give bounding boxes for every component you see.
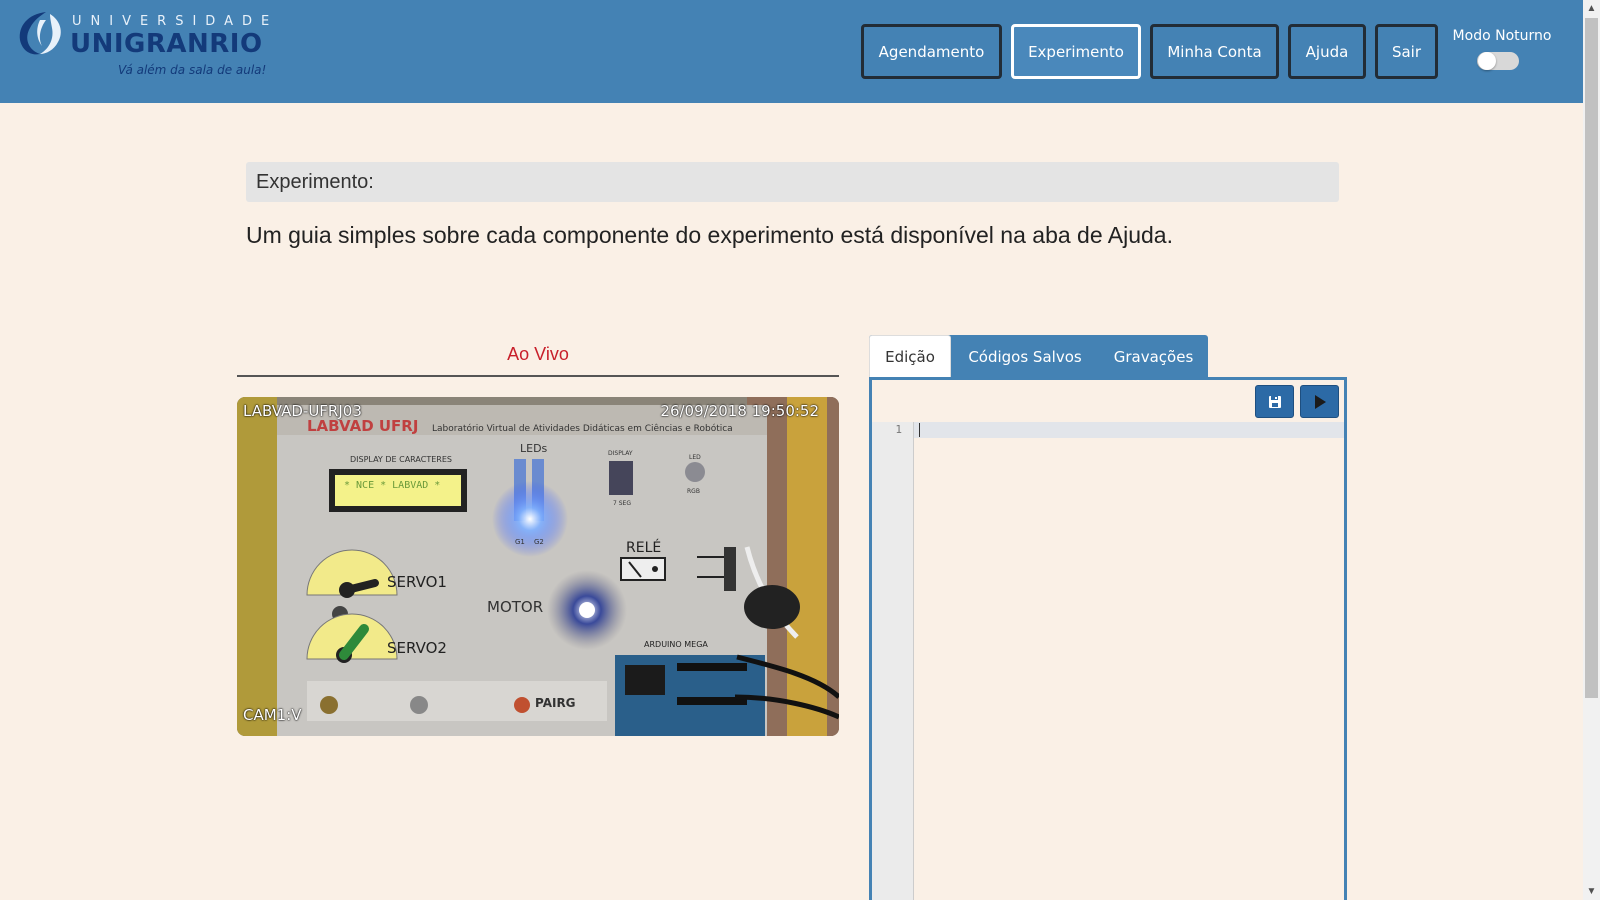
camera-name-overlay: LABVAD-UFRJ03 [243, 402, 362, 420]
nav-agendamento-button[interactable]: Agendamento [861, 24, 1002, 79]
tab-gravacoes[interactable]: Gravações [1099, 335, 1208, 378]
logo-tagline: Vá além da sala de aula! [118, 63, 267, 77]
nav-experimento-button[interactable]: Experimento [1011, 24, 1141, 79]
tab-codigos-salvos[interactable]: Códigos Salvos [951, 335, 1099, 378]
nav-ajuda-button[interactable]: Ajuda [1288, 24, 1366, 79]
logo-university-text: UNIVERSIDADE [72, 14, 279, 29]
line-number-gutter: 1 [872, 422, 914, 900]
section-title: Experimento: [256, 171, 374, 193]
arduino-label: ARDUINO MEGA [644, 640, 708, 649]
nav-sair-button[interactable]: Sair [1375, 24, 1438, 79]
led-name-g2: G2 [534, 538, 544, 546]
scroll-down-arrow-icon[interactable]: ▼ [1583, 883, 1600, 900]
led-rgb-label: LED [689, 454, 701, 461]
camera-timestamp-overlay: 26/09/2018 19:50:52 [660, 402, 819, 420]
camera-id-overlay: CAM1:V [243, 706, 302, 724]
unigranrio-logo-icon [19, 12, 61, 55]
intro-text: Um guia simples sobre cada componente do… [246, 222, 1173, 248]
servo2-label: SERVO2 [387, 639, 447, 657]
display-label: DISPLAY DE CARACTERES [350, 455, 452, 464]
pairg-logo-text: PAIRG [535, 696, 576, 710]
board-header-sub: Laboratório Virtual de Atividades Didáti… [432, 423, 733, 434]
led-rgb-sub: RGB [687, 488, 700, 495]
active-line-highlight [872, 422, 1344, 438]
line-number: 1 [895, 423, 902, 436]
unigranrio-logo[interactable]: UNIVERSIDADE UNIGRANRIO Vá além da sala … [16, 8, 269, 80]
lab-board-image: LABVAD UFRJ Laboratório Virtual de Ativi… [237, 397, 839, 736]
leds-label: LEDs [520, 442, 548, 455]
display-text: * NCE * LABVAD * [344, 480, 440, 491]
code-editor[interactable]: 1 [869, 377, 1347, 900]
seg-display-sub: 7 SEG [613, 500, 631, 507]
live-title: Ao Vivo [507, 344, 569, 364]
run-code-button[interactable] [1300, 385, 1339, 418]
led-name-g1: G1 [515, 538, 525, 546]
editor-tabs: Edição Códigos Salvos Gravações [869, 335, 1208, 378]
nav-minha-conta-button[interactable]: Minha Conta [1150, 24, 1279, 79]
text-cursor [919, 423, 920, 437]
night-mode-toggle[interactable] [1477, 52, 1519, 70]
live-video-feed[interactable]: LABVAD UFRJ Laboratório Virtual de Ativi… [237, 397, 839, 736]
rele-label: RELÉ [626, 539, 661, 556]
motor-label: MOTOR [487, 598, 543, 616]
scroll-thumb[interactable] [1585, 18, 1598, 698]
section-title-bar: Experimento: [246, 162, 1339, 202]
seg-display-label: DISPLAY [608, 450, 633, 457]
tab-edicao[interactable]: Edição [869, 335, 951, 378]
scroll-up-arrow-icon[interactable]: ▲ [1583, 0, 1600, 17]
save-code-button[interactable] [1255, 385, 1294, 418]
live-divider [237, 375, 839, 377]
play-icon [1314, 394, 1326, 409]
logo-name: UNIGRANRIO [70, 29, 263, 59]
servo1-label: SERVO1 [387, 573, 447, 591]
toggle-knob [1478, 52, 1496, 70]
floppy-icon [1268, 395, 1281, 408]
page-scrollbar[interactable]: ▲ ▼ [1583, 0, 1600, 900]
top-navbar: UNIVERSIDADE UNIGRANRIO Vá além da sala … [0, 0, 1583, 103]
night-mode-label: Modo Noturno [1452, 28, 1552, 44]
